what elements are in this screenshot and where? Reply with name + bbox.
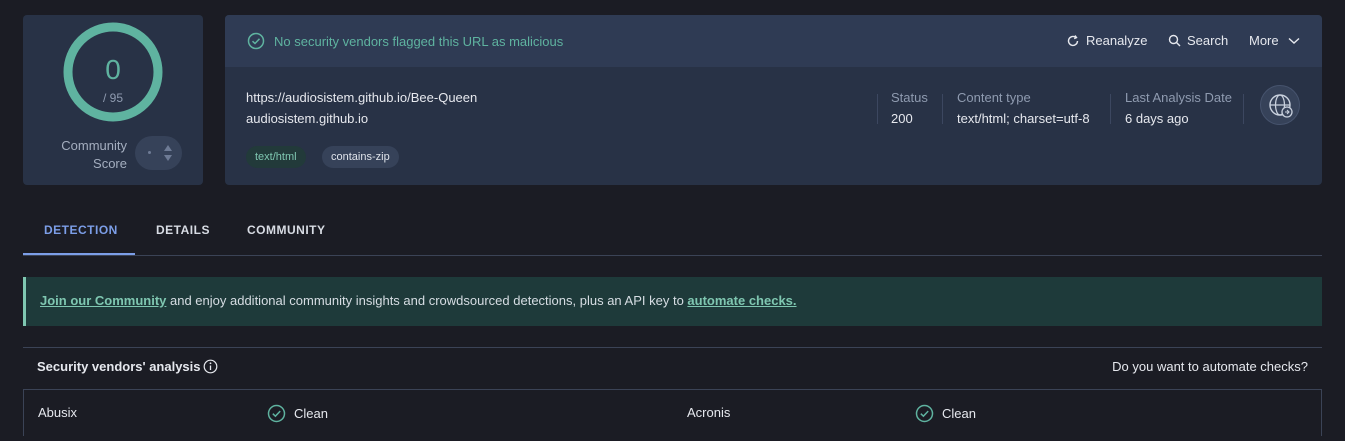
last-analysis-label: Last Analysis Date — [1125, 90, 1232, 105]
chevron-down-icon — [1288, 37, 1300, 44]
tab-details[interactable]: DETAILS — [156, 223, 210, 237]
report-tabs: DETECTION DETAILS COMMUNITY — [23, 210, 1322, 256]
vendors-analysis-title: Security vendors' analysis — [37, 359, 201, 374]
search-icon — [1168, 34, 1181, 47]
tab-detection[interactable]: DETECTION — [44, 223, 118, 237]
vendor-name[interactable]: Acronis — [687, 405, 730, 420]
meta-divider — [942, 94, 943, 124]
url-summary-card: No security vendors flagged this URL as … — [225, 15, 1322, 185]
tag-text-html[interactable]: text/html — [246, 146, 306, 168]
verdict-message: No security vendors flagged this URL as … — [274, 34, 564, 49]
vendor-result-label: Clean — [942, 406, 976, 421]
check-circle-icon — [247, 32, 265, 50]
check-circle-icon — [267, 404, 286, 423]
vote-down-icon[interactable] — [164, 155, 172, 161]
check-circle-icon — [915, 404, 934, 423]
tag-contains-zip[interactable]: contains-zip — [322, 146, 399, 168]
join-community-link[interactable]: Join our Community — [40, 293, 166, 308]
community-promo-banner: Join our Community and enjoy additional … — [23, 277, 1322, 326]
tab-community[interactable]: COMMUNITY — [247, 223, 326, 237]
vote-up-icon[interactable] — [164, 145, 172, 151]
globe-link-icon — [1269, 94, 1293, 118]
automate-checks-link[interactable]: automate checks. — [687, 293, 796, 308]
url-globe-button[interactable] — [1260, 85, 1300, 125]
status-label: Status — [891, 90, 928, 105]
community-promo-middle: and enjoy additional community insights … — [166, 293, 688, 308]
meta-divider — [877, 94, 878, 124]
more-label: More — [1249, 33, 1279, 48]
vendor-row: Abusix Clean Acronis Clean — [23, 389, 1322, 436]
score-total: / 95 — [102, 91, 123, 105]
verdict-banner: No security vendors flagged this URL as … — [225, 15, 1322, 67]
community-score-label: Community Score — [61, 138, 127, 171]
vendor-name[interactable]: Abusix — [38, 405, 77, 420]
content-type-label: Content type — [957, 90, 1031, 105]
refresh-icon — [1067, 34, 1079, 46]
last-analysis-value: 6 days ago — [1125, 111, 1189, 126]
vendor-result-label: Clean — [294, 406, 328, 421]
meta-divider — [1243, 94, 1244, 124]
content-type-value: text/html; charset=utf-8 — [957, 111, 1090, 126]
community-promo-text: Join our Community and enjoy additional … — [40, 293, 797, 308]
community-vote-toggle[interactable] — [135, 136, 182, 170]
search-label: Search — [1187, 33, 1229, 48]
info-icon[interactable] — [203, 359, 218, 374]
status-value: 200 — [891, 111, 913, 126]
search-button[interactable]: Search — [1168, 33, 1228, 48]
reanalyze-button[interactable]: Reanalyze — [1066, 33, 1147, 48]
score-value: 0 — [105, 54, 121, 85]
active-tab-indicator — [23, 253, 135, 255]
vendor-result: Clean — [915, 404, 976, 423]
meta-divider — [1110, 94, 1111, 124]
more-menu-button[interactable]: More — [1249, 33, 1300, 48]
analyzed-url[interactable]: https://audiosistem.github.io/Bee-Queen — [246, 90, 477, 105]
reanalyze-label: Reanalyze — [1086, 33, 1148, 48]
vendors-analysis-header: Security vendors' analysis Do you want t… — [23, 347, 1322, 389]
analyzed-domain[interactable]: audiosistem.github.io — [246, 111, 368, 126]
detection-score-card: 0 / 95 Community Score — [23, 15, 203, 185]
automate-checks-question[interactable]: Do you want to automate checks? — [1112, 359, 1308, 374]
vote-neutral-icon — [148, 151, 151, 154]
vendor-result: Clean — [267, 404, 328, 423]
